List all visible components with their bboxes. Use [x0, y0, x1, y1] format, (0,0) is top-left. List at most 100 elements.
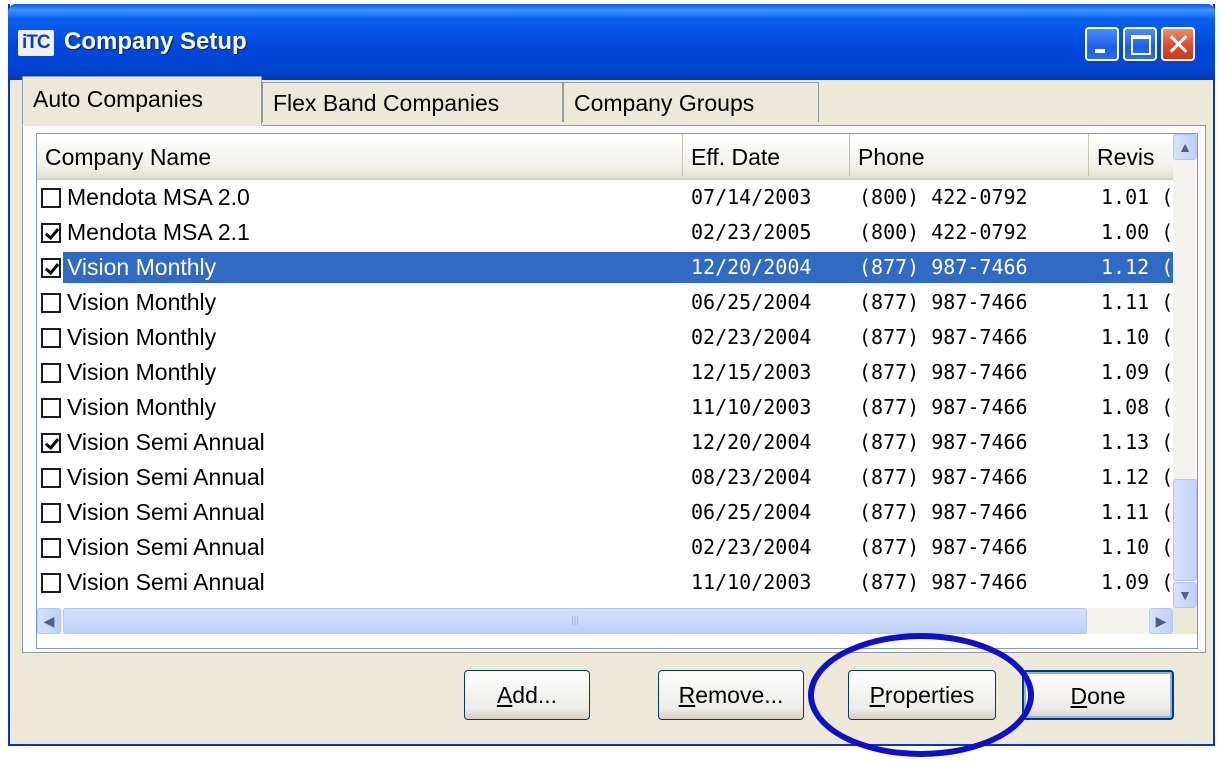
add-button[interactable]: Add... — [464, 670, 590, 720]
column-header-company-name[interactable]: Company Name — [37, 134, 683, 176]
eff-date-cell: 12/15/2003 — [691, 360, 812, 384]
table-row[interactable]: Vision Monthly 11/10/2003 (877) 987-7466 1.… — [37, 390, 1173, 425]
company-name-cell: Vision Monthly — [67, 324, 217, 350]
scrollbar-corner — [1173, 608, 1197, 634]
phone-cell: (877) 987-7466 — [859, 325, 1028, 349]
scroll-down-icon[interactable]: ▼ — [1173, 582, 1197, 608]
row-checkbox[interactable] — [41, 188, 61, 208]
row-checkbox[interactable] — [41, 363, 61, 383]
vertical-scrollbar[interactable]: ▲ ▼ — [1173, 134, 1197, 608]
table-row[interactable]: Mendota MSA 2.1 02/23/2005 (800) 422-0792 1… — [37, 215, 1173, 250]
company-name-cell: Mendota MSA 2.0 — [67, 184, 250, 210]
table-row[interactable]: Vision Semi Annual 11/10/2003 (877) 987-74… — [37, 565, 1173, 600]
phone-cell: (877) 987-7466 — [859, 255, 1028, 279]
phone-cell: (877) 987-7466 — [859, 535, 1028, 559]
eff-date-cell: 11/10/2003 — [691, 570, 812, 594]
company-name-cell: Vision Semi Annual — [67, 464, 265, 490]
company-setup-window: iTC Company Setup Auto Companies Flex Ba… — [8, 4, 1215, 746]
company-name-cell: Vision Semi Annual — [67, 429, 265, 455]
tab-panel: Company Name Eff. Date Phone Revis Mendo… — [22, 125, 1206, 653]
revision-cell: 1.09 (: — [1101, 360, 1173, 384]
title-bar[interactable]: iTC Company Setup — [8, 4, 1215, 80]
eff-date-cell: 08/23/2004 — [691, 465, 812, 489]
close-button[interactable] — [1161, 27, 1195, 61]
window-title: Company Setup — [64, 28, 247, 55]
horizontal-scroll-thumb[interactable]: ||| — [63, 608, 1087, 634]
table-row[interactable]: Vision Semi Annual 12/20/2004 (877) 987-74… — [37, 425, 1173, 460]
company-name-cell: Vision Semi Annual — [67, 499, 265, 525]
company-name-cell: Vision Semi Annual — [67, 569, 265, 595]
company-name-cell: Mendota MSA 2.1 — [67, 219, 250, 245]
company-name-cell: Vision Monthly — [67, 359, 217, 385]
row-checkbox[interactable] — [41, 293, 61, 313]
phone-cell: (877) 987-7466 — [859, 430, 1028, 454]
company-name-cell: Vision Semi Annual — [67, 534, 265, 560]
phone-cell: (877) 987-7466 — [859, 570, 1028, 594]
revision-cell: 1.11 (: — [1101, 290, 1173, 314]
maximize-button[interactable] — [1123, 27, 1157, 61]
scroll-left-icon[interactable]: ◀ — [37, 608, 61, 634]
row-checkbox[interactable] — [41, 503, 61, 523]
table-row[interactable]: Vision Monthly 12/15/2003 (877) 987-7466 1.… — [37, 355, 1173, 390]
scroll-right-icon[interactable]: ▶ — [1149, 608, 1173, 634]
row-checkbox[interactable] — [41, 398, 61, 418]
phone-cell: (877) 987-7466 — [859, 500, 1028, 524]
eff-date-cell: 12/20/2004 — [691, 430, 812, 454]
eff-date-cell: 02/23/2004 — [691, 535, 812, 559]
eff-date-cell: 06/25/2004 — [691, 500, 812, 524]
revision-cell: 1.10 ( — [1101, 535, 1173, 559]
row-checkbox[interactable] — [41, 328, 61, 348]
revision-cell: 1.00 (· — [1101, 220, 1173, 244]
tab-flex-band-companies[interactable]: Flex Band Companies — [262, 82, 563, 122]
table-row[interactable]: Vision Semi Annual 02/23/2004 (877) 987-74… — [37, 530, 1173, 565]
revision-cell: 1.11 ( — [1101, 500, 1173, 524]
list-rows: Mendota MSA 2.0 07/14/2003 (800) 422-0792 1… — [37, 180, 1173, 600]
table-row[interactable]: Vision Monthly 02/23/2004 (877) 987-7466 1.… — [37, 320, 1173, 355]
properties-button[interactable]: Properties — [848, 670, 996, 720]
phone-cell: (877) 987-7466 — [859, 360, 1028, 384]
phone-cell: (877) 987-7466 — [859, 465, 1028, 489]
eff-date-cell: 11/10/2003 — [691, 395, 812, 419]
phone-cell: (877) 987-7466 — [859, 395, 1028, 419]
minimize-button[interactable] — [1085, 27, 1119, 61]
eff-date-cell: 06/25/2004 — [691, 290, 812, 314]
remove-button[interactable]: Remove... — [658, 670, 804, 720]
horizontal-scrollbar[interactable]: ◀ ||| ▶ — [37, 608, 1173, 634]
done-button[interactable]: Done — [1022, 670, 1174, 720]
tab-company-groups[interactable]: Company Groups — [563, 82, 819, 122]
revision-cell: 1.10 (: — [1101, 325, 1173, 349]
phone-cell: (800) 422-0792 — [859, 220, 1028, 244]
tab-auto-companies[interactable]: Auto Companies — [22, 76, 262, 126]
column-header-phone[interactable]: Phone — [850, 134, 1089, 176]
row-checkbox[interactable] — [41, 573, 61, 593]
eff-date-cell: 02/23/2004 — [691, 325, 812, 349]
row-checkbox[interactable] — [41, 433, 61, 453]
row-checkbox[interactable] — [41, 538, 61, 558]
table-row[interactable]: Vision Semi Annual 06/25/2004 (877) 987-74… — [37, 495, 1173, 530]
list-header: Company Name Eff. Date Phone Revis — [37, 134, 1173, 180]
column-header-revision[interactable]: Revis — [1089, 134, 1179, 176]
company-name-cell: Vision Monthly — [67, 289, 217, 315]
table-row[interactable]: Vision Monthly 12/20/2004 (877) 987-7466 1.… — [37, 250, 1173, 285]
row-checkbox[interactable] — [41, 258, 61, 278]
revision-cell: 1.08 ( — [1101, 395, 1173, 419]
eff-date-cell: 12/20/2004 — [691, 255, 812, 279]
scroll-up-icon[interactable]: ▲ — [1173, 134, 1197, 160]
revision-cell: 1.12 ( — [1101, 465, 1173, 489]
phone-cell: (877) 987-7466 — [859, 290, 1028, 314]
row-checkbox[interactable] — [41, 468, 61, 488]
table-row[interactable]: Vision Monthly 06/25/2004 (877) 987-7466 1.… — [37, 285, 1173, 320]
revision-cell: 1.09 ( — [1101, 570, 1173, 594]
vertical-scroll-thumb[interactable] — [1173, 479, 1197, 581]
company-list[interactable]: Company Name Eff. Date Phone Revis Mendo… — [36, 133, 1198, 649]
phone-cell: (800) 422-0792 — [859, 185, 1028, 209]
company-name-cell: Vision Monthly — [67, 394, 217, 420]
table-row[interactable]: Vision Semi Annual 08/23/2004 (877) 987-74… — [37, 460, 1173, 495]
company-name-cell: Vision Monthly — [67, 254, 217, 280]
table-row[interactable]: Mendota MSA 2.0 07/14/2003 (800) 422-0792 1… — [37, 180, 1173, 215]
eff-date-cell: 07/14/2003 — [691, 185, 812, 209]
revision-cell: 1.12 ( — [1101, 255, 1173, 279]
column-header-eff-date[interactable]: Eff. Date — [683, 134, 850, 176]
app-logo-icon: iTC — [18, 30, 54, 56]
row-checkbox[interactable] — [41, 223, 61, 243]
